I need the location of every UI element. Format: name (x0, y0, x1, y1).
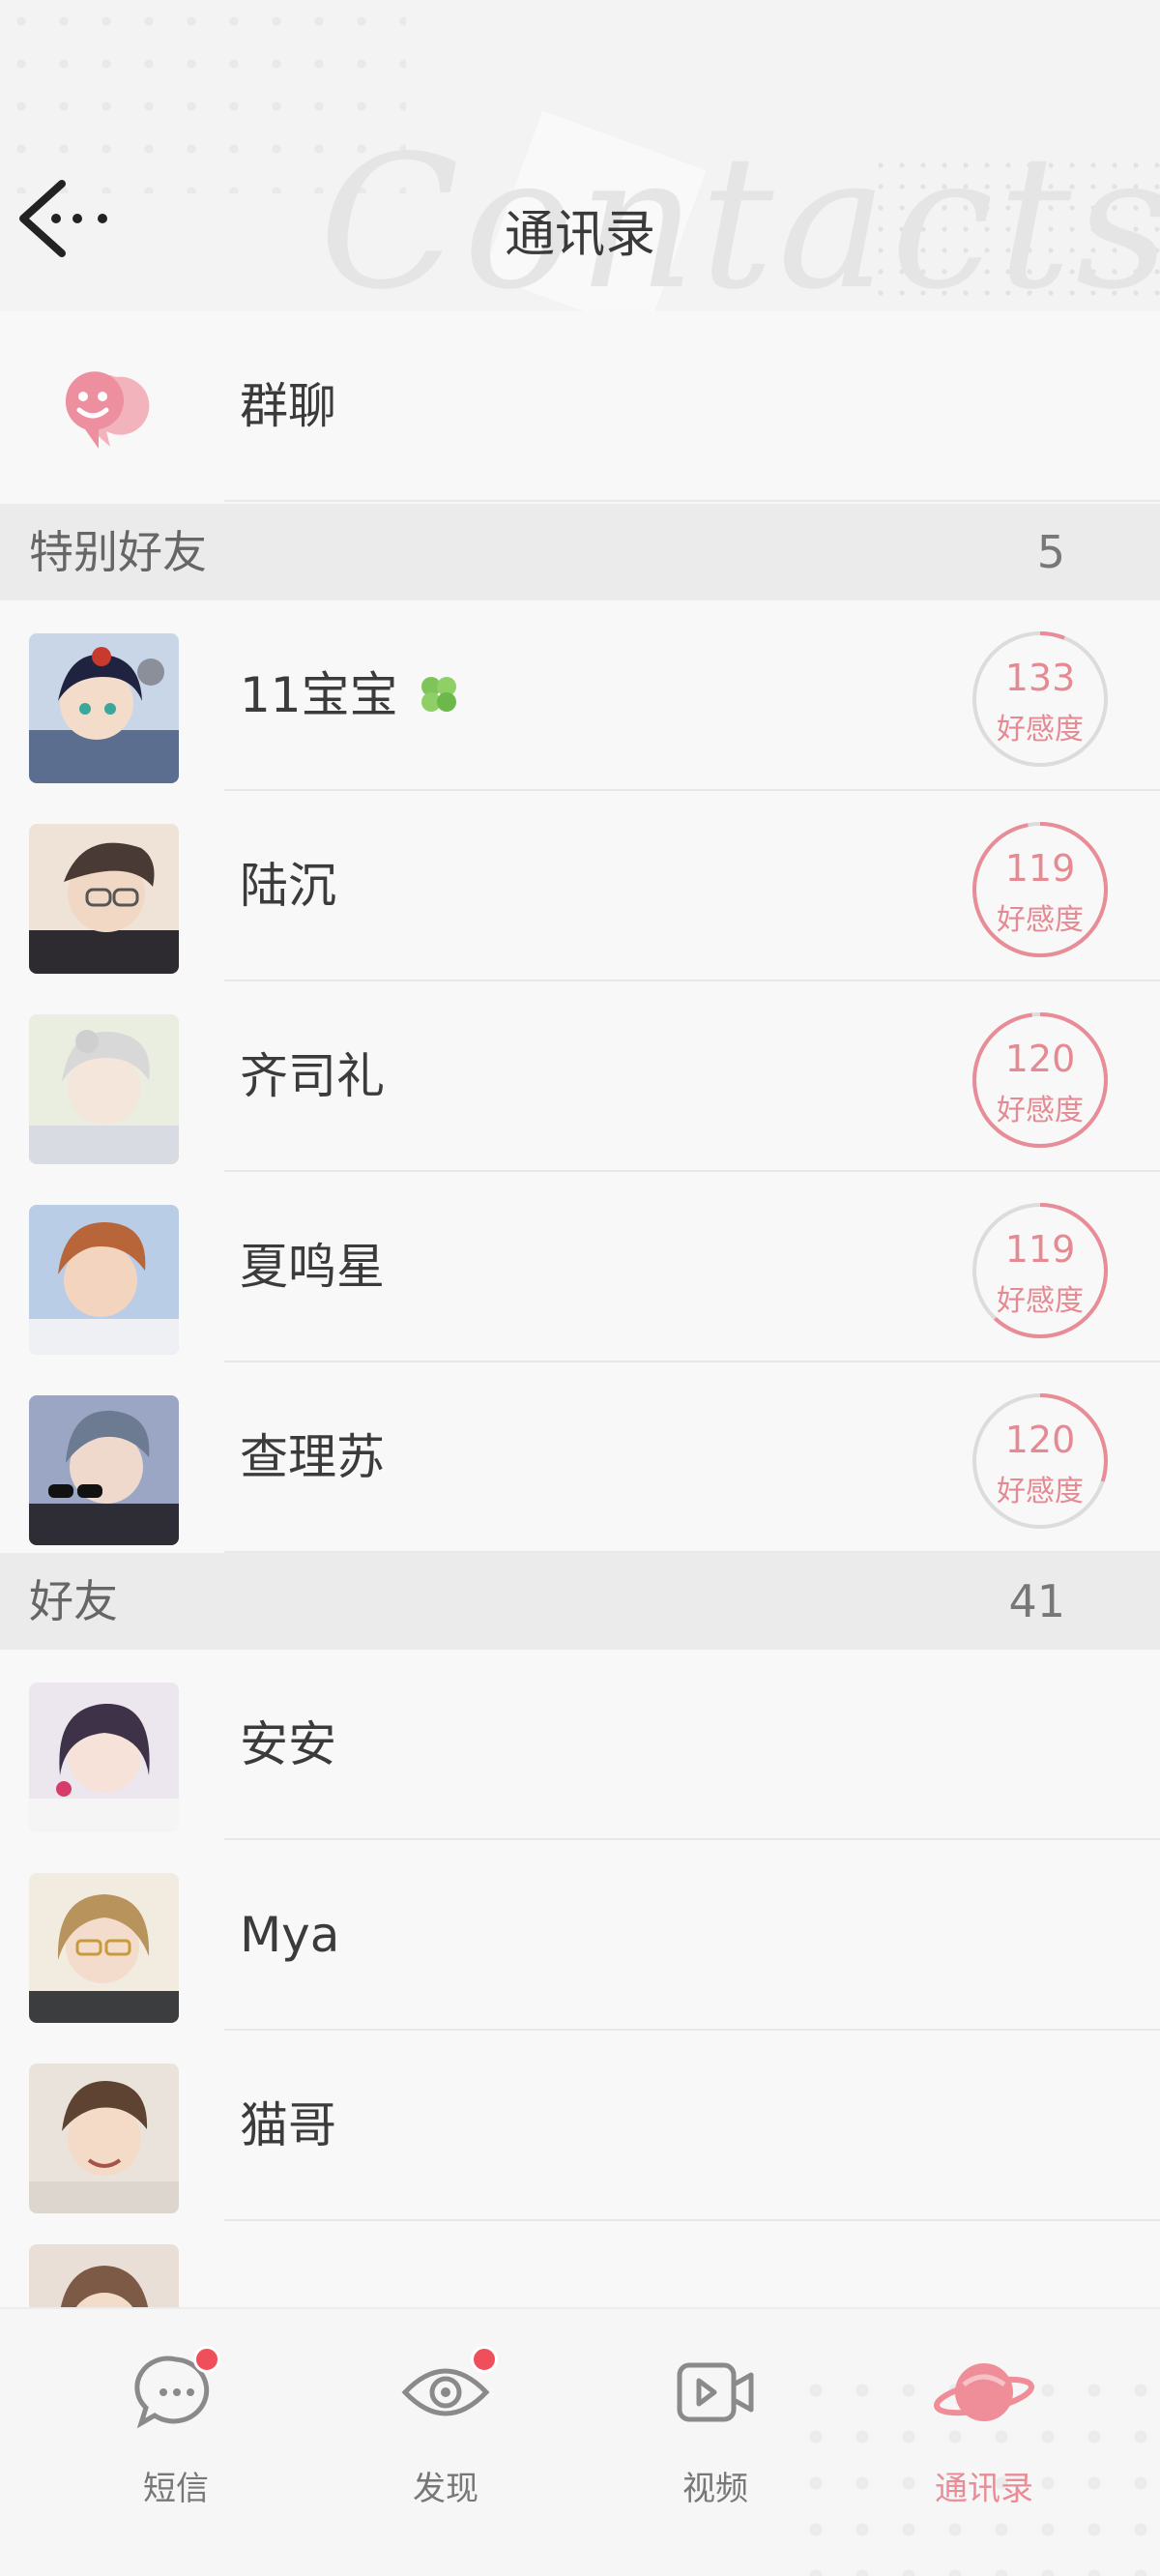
notification-badge (471, 2346, 498, 2373)
nav-label: 短信 (143, 2470, 209, 2508)
bottom-nav: 短信 发现 视频 通讯录 (0, 2307, 1160, 2576)
avatar (29, 2244, 179, 2307)
contact-name: 齐司礼 (240, 1048, 385, 1104)
affinity-label: 好感度 (997, 1284, 1084, 1318)
avatar (29, 824, 179, 974)
group-chat-row[interactable]: 群聊 (0, 311, 1160, 502)
group-chat-icon (56, 358, 153, 454)
contact-row[interactable]: 夏鸣星 119 好感度 (0, 1172, 1160, 1362)
affinity-ring-graphic (972, 631, 1108, 767)
affinity-value: 133 (1004, 657, 1076, 699)
contact-name: 11宝宝 (240, 600, 464, 791)
group-chat-label: 群聊 (240, 378, 336, 434)
contact-row[interactable]: 安安 (0, 1650, 1160, 1840)
contact-name: 查理苏 (240, 1429, 385, 1485)
contact-row[interactable]: 陆沉 119 好感度 (0, 791, 1160, 981)
avatar (29, 1873, 179, 2023)
contact-name: 夏鸣星 (240, 1239, 385, 1295)
contact-row[interactable]: 猫哥 (0, 2031, 1160, 2221)
contact-name: Mya (240, 1907, 340, 1963)
avatar (29, 1014, 179, 1164)
contact-name-text: 11宝宝 (240, 667, 398, 723)
notification-badge (193, 2346, 220, 2373)
nav-item-messages[interactable]: 短信 (79, 2346, 273, 2541)
avatar (29, 1683, 179, 1832)
nav-label: 发现 (413, 2470, 478, 2508)
affinity-ring: 133 好感度 (971, 629, 1110, 769)
affinity-ring-graphic (972, 822, 1108, 957)
nav-label: 通讯录 (935, 2470, 1033, 2508)
affinity-ring: 120 好感度 (971, 1010, 1110, 1150)
avatar (29, 2064, 179, 2213)
contact-row[interactable]: 查理苏 120 好感度 (0, 1362, 1160, 1553)
affinity-label: 好感度 (997, 713, 1084, 746)
contact-name: 安安 (240, 1716, 336, 1772)
affinity-ring-graphic (972, 1203, 1108, 1338)
section-count: 5 (1036, 526, 1065, 578)
avatar (29, 1205, 179, 1355)
affinity-label: 好感度 (997, 903, 1084, 937)
affinity-value: 120 (1004, 1419, 1076, 1461)
nav-item-discover[interactable]: 发现 (349, 2346, 542, 2541)
contact-row[interactable]: 郑琳 (0, 2221, 1160, 2307)
section-count: 41 (1008, 1575, 1065, 1627)
affinity-ring: 120 好感度 (971, 1391, 1110, 1531)
nav-item-contacts[interactable]: 通讯录 (887, 2348, 1081, 2541)
header: Contacts 通讯录 (0, 0, 1160, 311)
contact-row[interactable]: 11宝宝 133 好感度 (0, 600, 1160, 791)
affinity-label: 好感度 (997, 1094, 1084, 1127)
section-header-special-friends: 特别好友 5 (0, 504, 1160, 600)
contact-name: 陆沉 (240, 858, 336, 914)
section-label: 特别好友 (29, 526, 207, 578)
affinity-label: 好感度 (997, 1475, 1084, 1508)
affinity-value: 119 (1004, 1228, 1076, 1271)
affinity-value: 120 (1004, 1038, 1076, 1080)
nav-label: 视频 (682, 2470, 748, 2508)
nav-item-video[interactable]: 视频 (619, 2348, 812, 2541)
page-title: 通讯录 (504, 206, 655, 264)
affinity-ring-graphic (972, 1012, 1108, 1148)
contact-row[interactable]: Mya (0, 1840, 1160, 2031)
affinity-ring: 119 好感度 (971, 820, 1110, 959)
divider (224, 500, 1160, 502)
affinity-ring: 119 好感度 (971, 1201, 1110, 1340)
contact-name: 猫哥 (240, 2097, 336, 2153)
contact-row[interactable]: 齐司礼 120 好感度 (0, 981, 1160, 1172)
affinity-ring-graphic (972, 1393, 1108, 1529)
section-label: 好友 (29, 1575, 118, 1627)
video-icon (677, 2362, 754, 2422)
clover-icon (420, 677, 456, 712)
planet-icon (934, 2363, 1034, 2421)
avatar (29, 1395, 179, 1545)
affinity-value: 119 (1004, 847, 1076, 890)
section-header-friends: 好友 41 (0, 1553, 1160, 1650)
avatar (29, 633, 179, 783)
